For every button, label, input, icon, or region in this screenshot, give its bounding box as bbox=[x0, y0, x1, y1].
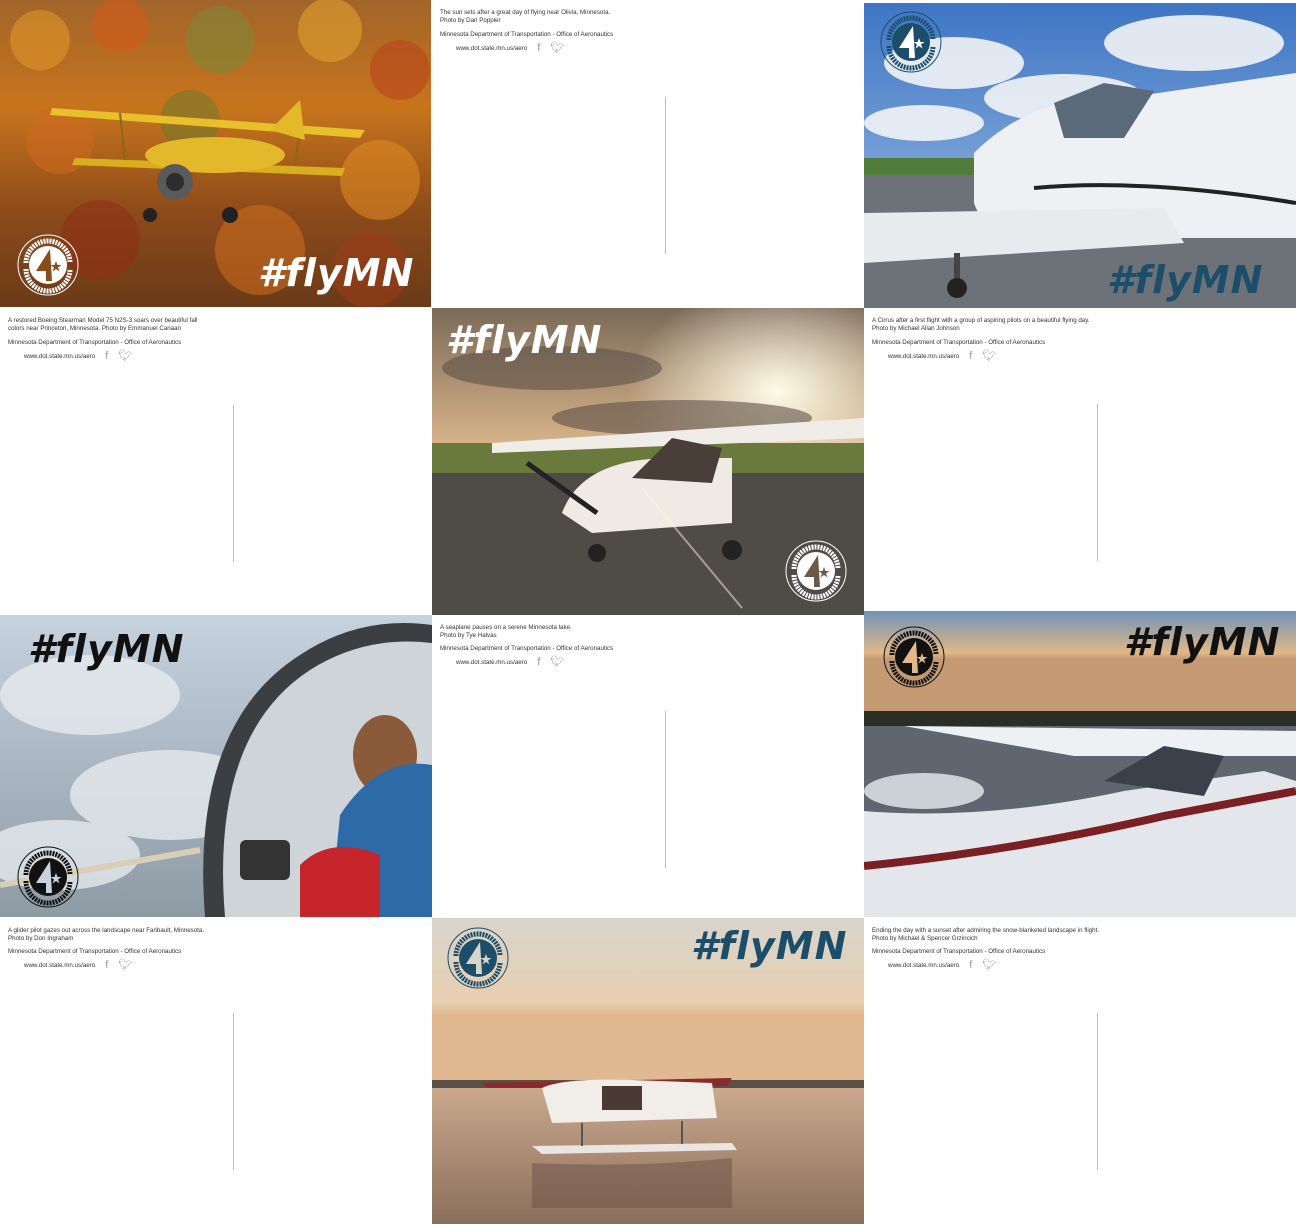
postcard-back-2: A restored Boeing Stearman Model 75 N2S-… bbox=[0, 308, 432, 615]
caption-line: Ending the day with a sunset after admir… bbox=[872, 927, 1100, 934]
photo-caption: A seaplane pauses on a serene Minnesota … bbox=[440, 624, 655, 640]
org-name: Minnesota Department of Transportation -… bbox=[872, 339, 1046, 346]
facebook-icon[interactable]: f bbox=[105, 960, 108, 971]
contact-row: www.dot.state.mn.us/aero f 🐦︎ bbox=[24, 960, 132, 971]
caption-credit: Photo by Dan Poppler bbox=[440, 17, 501, 24]
photo-cessna-snow: #flyMN bbox=[864, 611, 1296, 917]
facebook-icon[interactable]: f bbox=[969, 351, 972, 362]
caption-credit: Photo by Michael Allan Johnson bbox=[872, 325, 960, 332]
caption-line: The sun sets after a great day of flying… bbox=[440, 9, 611, 16]
photo-seaplane: #flyMN bbox=[432, 918, 864, 1224]
postcard-back-5: A glider pilot gazes out across the land… bbox=[0, 918, 432, 1224]
postcard-back-3: A Cirrus after a first flight with a gro… bbox=[864, 308, 1296, 615]
org-name: Minnesota Department of Transportation -… bbox=[872, 948, 1046, 955]
mndot-logo bbox=[784, 539, 848, 603]
photo-stearman: #flyMN bbox=[0, 0, 431, 307]
flymn-hashtag: #flyMN bbox=[258, 251, 415, 295]
twitter-icon[interactable]: 🐦︎ bbox=[982, 351, 996, 362]
photo-caption: A glider pilot gazes out across the land… bbox=[8, 927, 223, 943]
facebook-icon[interactable]: f bbox=[105, 351, 108, 362]
mndot-logo bbox=[446, 926, 510, 990]
flymn-hashtag: #flyMN bbox=[1107, 258, 1264, 302]
photo-caption: A Cirrus after a first flight with a gro… bbox=[872, 317, 1172, 333]
postcard-back-4: A seaplane pauses on a serene Minnesota … bbox=[432, 615, 864, 917]
caption-credit: Photo by Tye Halvas bbox=[440, 632, 497, 639]
address-divider bbox=[233, 405, 234, 562]
mndot-logo bbox=[882, 625, 946, 689]
facebook-icon[interactable]: f bbox=[537, 657, 540, 668]
caption-line: A restored Boeing Stearman Model 75 N2S-… bbox=[8, 317, 198, 324]
photo-caption: A restored Boeing Stearman Model 75 N2S-… bbox=[8, 317, 223, 333]
postcard-back-6: Ending the day with a sunset after admir… bbox=[864, 918, 1296, 1224]
contact-row: www.dot.state.mn.us/aero f 🐦︎ bbox=[456, 43, 564, 54]
flymn-hashtag: #flyMN bbox=[1124, 620, 1281, 664]
contact-row: www.dot.state.mn.us/aero f 🐦︎ bbox=[456, 657, 564, 668]
twitter-icon[interactable]: 🐦︎ bbox=[550, 657, 564, 668]
mndot-logo bbox=[16, 845, 80, 909]
twitter-icon[interactable]: 🐦︎ bbox=[550, 43, 564, 54]
photo-cessna-sunset: #flyMN bbox=[432, 308, 864, 615]
photo-caption: The sun sets after a great day of flying… bbox=[440, 9, 655, 25]
org-name: Minnesota Department of Transportation -… bbox=[8, 948, 182, 955]
mndot-logo bbox=[16, 233, 80, 297]
contact-row: www.dot.state.mn.us/aero f 🐦︎ bbox=[888, 351, 996, 362]
address-divider bbox=[1097, 1013, 1098, 1170]
twitter-icon[interactable]: 🐦︎ bbox=[982, 960, 996, 971]
flymn-hashtag: #flyMN bbox=[691, 924, 848, 968]
postcard-back-1: The sun sets after a great day of flying… bbox=[432, 0, 864, 307]
flymn-hashtag: #flyMN bbox=[446, 318, 603, 362]
photo-caption: Ending the day with a sunset after admir… bbox=[872, 927, 1172, 943]
address-divider bbox=[1097, 404, 1098, 561]
website-link[interactable]: www.dot.state.mn.us/aero bbox=[24, 962, 95, 969]
website-link[interactable]: www.dot.state.mn.us/aero bbox=[456, 659, 527, 666]
address-divider bbox=[233, 1013, 234, 1170]
org-name: Minnesota Department of Transportation -… bbox=[440, 31, 614, 38]
website-link[interactable]: www.dot.state.mn.us/aero bbox=[24, 353, 95, 360]
facebook-icon[interactable]: f bbox=[537, 43, 540, 54]
caption-line: A Cirrus after a first flight with a gro… bbox=[872, 317, 1090, 324]
caption-credit: Photo by Don Ingraham bbox=[8, 935, 74, 942]
website-link[interactable]: www.dot.state.mn.us/aero bbox=[888, 962, 959, 969]
flymn-hashtag: #flyMN bbox=[28, 627, 185, 671]
website-link[interactable]: www.dot.state.mn.us/aero bbox=[888, 353, 959, 360]
facebook-icon[interactable]: f bbox=[969, 960, 972, 971]
contact-row: www.dot.state.mn.us/aero f 🐦︎ bbox=[888, 960, 996, 971]
org-name: Minnesota Department of Transportation -… bbox=[440, 645, 614, 652]
twitter-icon[interactable]: 🐦︎ bbox=[118, 351, 132, 362]
mndot-logo bbox=[879, 10, 943, 74]
address-divider bbox=[665, 97, 666, 254]
photo-cirrus: #flyMN bbox=[864, 3, 1296, 308]
caption-line: A glider pilot gazes out across the land… bbox=[8, 927, 205, 934]
caption-credit: colors near Princeton, Minnesota. Photo … bbox=[8, 325, 182, 332]
caption-credit: Photo by Michael & Spencer Grzincich bbox=[872, 935, 978, 942]
photo-glider: #flyMN bbox=[0, 615, 432, 917]
address-divider bbox=[665, 711, 666, 868]
org-name: Minnesota Department of Transportation -… bbox=[8, 339, 182, 346]
caption-line: A seaplane pauses on a serene Minnesota … bbox=[440, 624, 572, 631]
contact-row: www.dot.state.mn.us/aero f 🐦︎ bbox=[24, 351, 132, 362]
twitter-icon[interactable]: 🐦︎ bbox=[118, 960, 132, 971]
website-link[interactable]: www.dot.state.mn.us/aero bbox=[456, 45, 527, 52]
